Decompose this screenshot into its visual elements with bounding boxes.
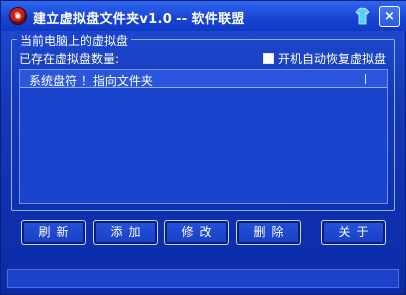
status-bar xyxy=(7,269,399,288)
add-button[interactable]: 添加 xyxy=(93,220,158,245)
list-header-label[interactable]: 系统盘符 ！指向文件夹 xyxy=(29,72,153,89)
window-title: 建立虚拟盘文件夹v1.0 -- 软件联盟 xyxy=(33,8,245,27)
about-button[interactable]: 关于 xyxy=(321,220,386,245)
window-title-publisher: 软件联盟 xyxy=(191,12,245,27)
delete-button[interactable]: 删除 xyxy=(236,220,301,245)
window-title-separator: -- xyxy=(176,12,188,27)
close-icon: × xyxy=(384,9,395,24)
autorestore-checkbox-row[interactable]: 开机自动恢复虚拟盘 xyxy=(263,50,386,67)
title-bar[interactable]: 建立虚拟盘文件夹v1.0 -- 软件联盟 × xyxy=(1,1,406,31)
close-button[interactable]: × xyxy=(379,6,400,27)
modify-button[interactable]: 修改 xyxy=(164,220,229,245)
window-title-text: 建立虚拟盘文件夹v1.0 xyxy=(33,12,173,27)
virtual-disk-list[interactable]: 系统盘符 ！指向文件夹 xyxy=(19,69,388,204)
app-window: 建立虚拟盘文件夹v1.0 -- 软件联盟 × 当前电脑上的虚拟盘 已存在虚拟盘数量:… xyxy=(0,0,406,295)
virtual-disk-count-label: 已存在虚拟盘数量: xyxy=(19,52,120,66)
list-header[interactable]: 系统盘符 ！指向文件夹 xyxy=(20,70,387,88)
column-divider[interactable] xyxy=(365,74,366,84)
refresh-button[interactable]: 刷新 xyxy=(21,220,86,245)
autorestore-checkbox[interactable] xyxy=(263,53,274,64)
app-icon xyxy=(10,8,26,24)
shirt-icon[interactable] xyxy=(355,7,370,25)
groupbox-title: 当前电脑上的虚拟盘 xyxy=(17,32,132,49)
autorestore-checkbox-label[interactable]: 开机自动恢复虚拟盘 xyxy=(278,50,386,67)
